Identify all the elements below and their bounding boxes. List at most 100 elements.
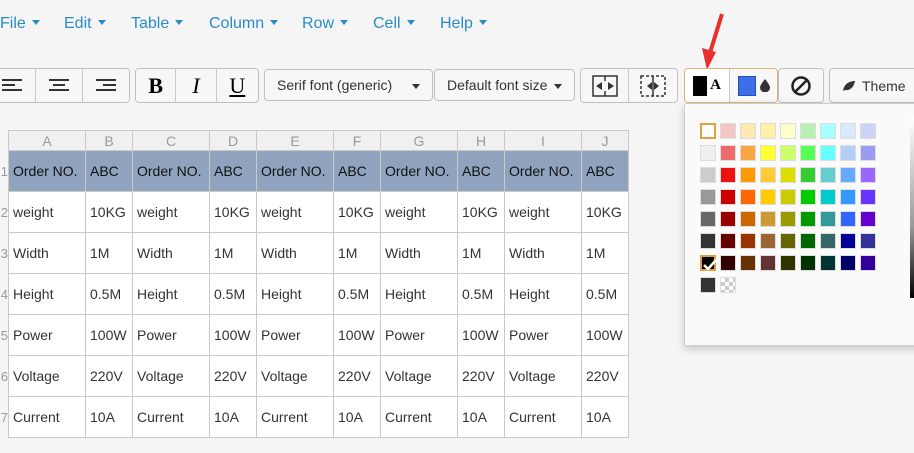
table-cell[interactable]: ABC [333, 150, 381, 192]
font-family-select[interactable]: Serif font (generic) [264, 69, 433, 101]
color-slider[interactable] [910, 118, 914, 298]
color-swatch[interactable] [800, 189, 816, 205]
table-cell[interactable]: Voltage [132, 355, 210, 397]
table-cell[interactable]: Voltage [504, 355, 582, 397]
table-cell[interactable]: ABC [85, 150, 133, 192]
color-swatch[interactable] [800, 255, 816, 271]
color-swatch[interactable] [760, 255, 776, 271]
color-swatch[interactable] [800, 145, 816, 161]
table-cell[interactable]: 100W [209, 314, 257, 356]
column-header[interactable]: D [209, 130, 257, 151]
table-cell[interactable]: ABC [581, 150, 629, 192]
menu-file[interactable]: File [0, 15, 40, 33]
table-cell[interactable]: 1M [457, 232, 505, 274]
table-cell[interactable]: 10A [581, 396, 629, 438]
color-swatch[interactable] [760, 211, 776, 227]
color-swatch[interactable] [800, 123, 816, 139]
theme-button[interactable]: Theme [830, 69, 914, 102]
table-cell[interactable]: Power [256, 314, 334, 356]
merge-cells-button[interactable] [581, 69, 630, 102]
color-swatch[interactable] [780, 189, 796, 205]
table-cell[interactable]: 10A [85, 396, 133, 438]
table-cell[interactable]: 1M [209, 232, 257, 274]
color-swatch[interactable] [820, 211, 836, 227]
table-cell[interactable]: Voltage [8, 355, 86, 397]
table-cell[interactable]: Power [132, 314, 210, 356]
color-swatch[interactable] [780, 123, 796, 139]
menu-column[interactable]: Column [209, 15, 279, 33]
table-cell[interactable]: 1M [581, 232, 629, 274]
table-cell[interactable]: 220V [333, 355, 381, 397]
italic-button[interactable]: I [176, 69, 217, 102]
color-swatch[interactable] [740, 123, 756, 139]
column-header[interactable]: C [132, 130, 210, 151]
color-swatch[interactable] [720, 123, 736, 139]
table-cell[interactable]: Power [8, 314, 86, 356]
table-cell[interactable]: Height [380, 273, 458, 315]
table-cell[interactable]: Current [380, 396, 458, 438]
table-cell[interactable]: 10KG [85, 191, 133, 233]
color-swatch[interactable] [760, 189, 776, 205]
table-cell[interactable]: weight [132, 191, 210, 233]
table-cell[interactable]: Current [504, 396, 582, 438]
table-cell[interactable]: 100W [85, 314, 133, 356]
table-cell[interactable]: weight [8, 191, 86, 233]
table-cell[interactable]: ABC [209, 150, 257, 192]
color-swatch[interactable] [740, 189, 756, 205]
color-swatch[interactable] [700, 123, 716, 139]
table-cell[interactable]: 10A [333, 396, 381, 438]
table-cell[interactable]: Current [8, 396, 86, 438]
table-cell[interactable]: Current [256, 396, 334, 438]
menu-table[interactable]: Table [131, 15, 184, 33]
table-cell[interactable]: Voltage [256, 355, 334, 397]
table-cell[interactable]: Order NO. [256, 150, 334, 192]
column-header[interactable]: I [504, 130, 582, 151]
color-swatch[interactable] [760, 123, 776, 139]
menu-help[interactable]: Help [440, 15, 487, 33]
table-cell[interactable]: 0.5M [209, 273, 257, 315]
table-cell[interactable]: 0.5M [581, 273, 629, 315]
table-cell[interactable]: Width [8, 232, 86, 274]
color-swatch[interactable] [780, 211, 796, 227]
table-cell[interactable]: weight [256, 191, 334, 233]
color-swatch[interactable] [840, 255, 856, 271]
clear-formatting-button[interactable] [779, 69, 823, 102]
color-swatch[interactable] [760, 167, 776, 183]
table-cell[interactable]: Height [8, 273, 86, 315]
color-swatch[interactable] [860, 255, 876, 271]
color-swatch[interactable] [780, 145, 796, 161]
table-cell[interactable]: Width [256, 232, 334, 274]
color-swatch[interactable] [800, 211, 816, 227]
color-swatch[interactable] [820, 145, 836, 161]
menu-edit[interactable]: Edit [64, 15, 106, 33]
align-right-button[interactable] [82, 69, 129, 102]
align-left-button[interactable] [0, 69, 37, 102]
color-swatch[interactable] [780, 233, 796, 249]
table-cell[interactable]: Power [504, 314, 582, 356]
table-cell[interactable]: 10KG [457, 191, 505, 233]
color-swatch[interactable] [840, 145, 856, 161]
table-cell[interactable]: 10KG [333, 191, 381, 233]
color-swatch[interactable] [840, 167, 856, 183]
table-cell[interactable]: Height [256, 273, 334, 315]
color-swatch[interactable] [720, 167, 736, 183]
column-header[interactable]: F [333, 130, 381, 151]
color-swatch[interactable] [840, 211, 856, 227]
color-swatch[interactable] [820, 123, 836, 139]
table-cell[interactable]: Voltage [380, 355, 458, 397]
color-swatch[interactable] [840, 123, 856, 139]
underline-button[interactable]: U [216, 69, 258, 102]
column-header[interactable]: E [256, 130, 334, 151]
color-swatch[interactable] [700, 277, 716, 293]
color-swatch[interactable] [820, 255, 836, 271]
color-swatch[interactable] [720, 233, 736, 249]
color-swatch[interactable] [860, 211, 876, 227]
color-swatch[interactable] [760, 145, 776, 161]
table-cell[interactable]: Height [504, 273, 582, 315]
table-cell[interactable]: Height [132, 273, 210, 315]
menu-cell[interactable]: Cell [373, 15, 415, 33]
table-cell[interactable]: Order NO. [504, 150, 582, 192]
table-cell[interactable]: 100W [457, 314, 505, 356]
column-header[interactable]: G [380, 130, 458, 151]
color-swatch[interactable] [700, 167, 716, 183]
